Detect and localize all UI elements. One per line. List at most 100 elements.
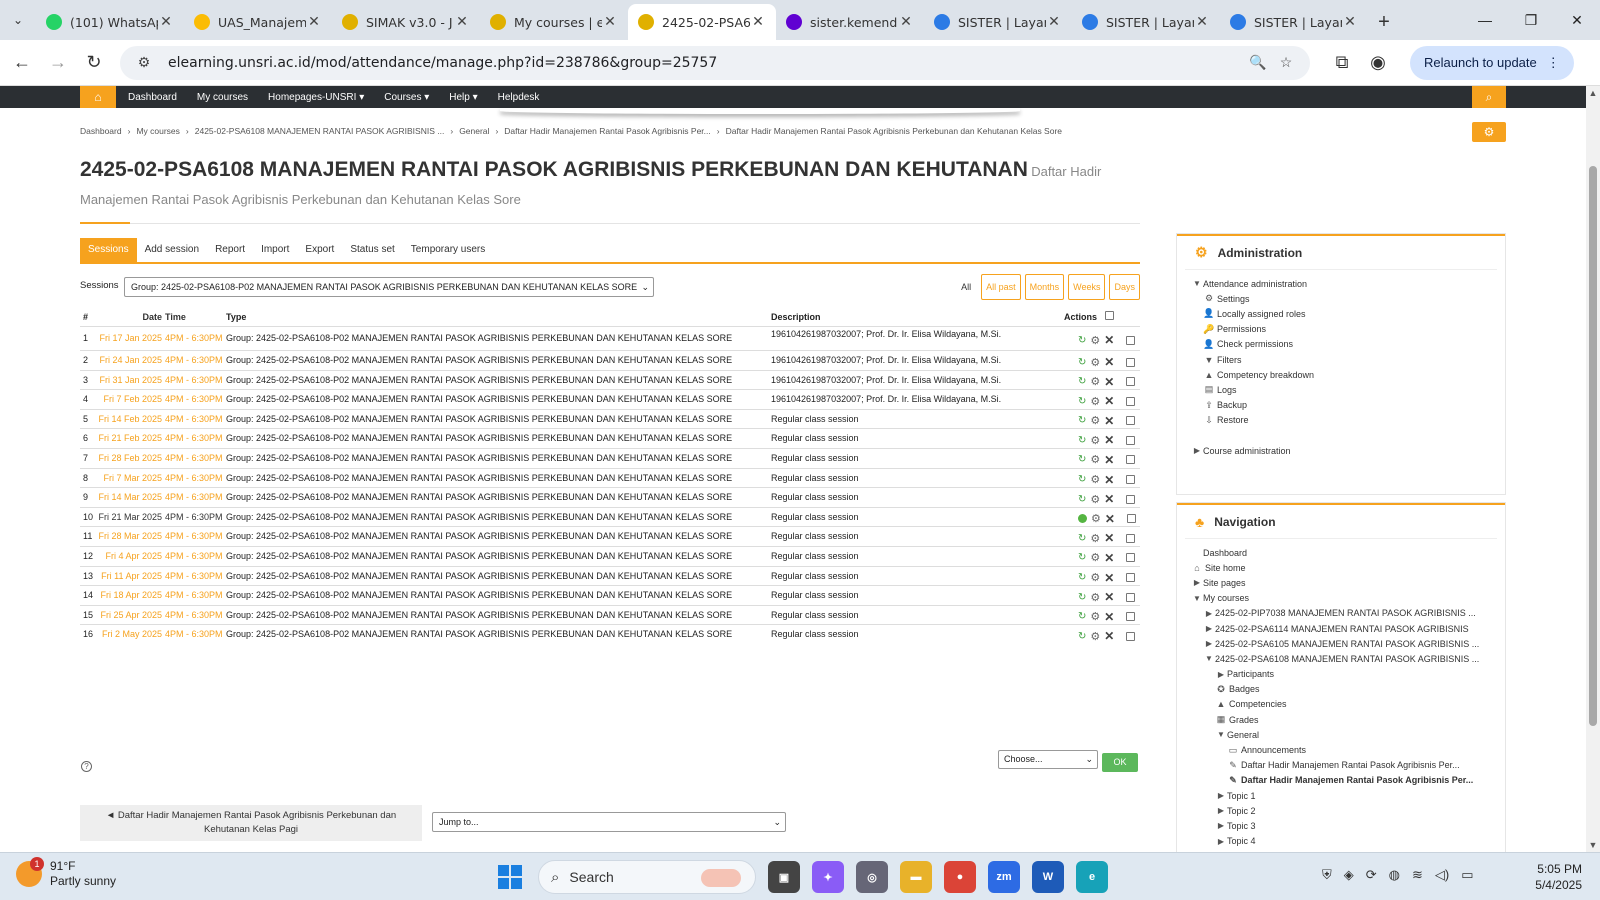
relaunch-button[interactable]: Relaunch to update ⋮	[1410, 45, 1574, 80]
take-attendance-icon[interactable]: ↻	[1078, 552, 1086, 563]
edit-gear-icon[interactable]: ⚙	[1090, 434, 1100, 447]
take-attendance-icon[interactable]: ↻	[1078, 415, 1086, 426]
attendance-tab[interactable]: Sessions	[80, 238, 137, 262]
take-attendance-icon[interactable]: ↻	[1078, 494, 1086, 505]
edit-gear-icon[interactable]: ⚙	[1090, 334, 1100, 347]
chrome-icon[interactable]: ●	[944, 861, 976, 893]
row-checkbox[interactable]	[1126, 553, 1136, 563]
delete-x-icon[interactable]: ✕	[1104, 473, 1114, 487]
scroll-up-arrow-icon[interactable]: ▲	[1586, 88, 1600, 98]
collapsed-arrow-icon[interactable]: ▶	[1215, 837, 1227, 846]
weather-widget[interactable]: 1 91°F Partly sunny	[16, 857, 116, 889]
expanded-arrow-icon[interactable]: ▼	[1191, 594, 1203, 603]
period-button[interactable]: Months	[1024, 274, 1065, 300]
nav-item[interactable]: Dashboard	[1191, 545, 1505, 560]
nav-item[interactable]: ▶ 2425-02-PSA6114 MANAJEMEN RANTAI PASOK …	[1191, 621, 1505, 636]
session-date[interactable]: Fri 24 Jan 2025	[98, 355, 162, 365]
session-time[interactable]: 4PM - 6:30PM	[165, 492, 225, 502]
session-date[interactable]: Fri 21 Feb 2025	[98, 433, 162, 443]
admin-item[interactable]: ▼ Attendance administration	[1191, 276, 1505, 291]
edit-gear-icon[interactable]: ⚙	[1091, 512, 1101, 525]
period-button[interactable]: Days	[1109, 274, 1140, 300]
admin-item[interactable]: 🔑 Permissions	[1191, 322, 1505, 337]
wifi-icon[interactable]: ≋	[1412, 867, 1423, 883]
nav-item[interactable]: ▶ Topic 4	[1191, 834, 1505, 849]
globe-icon[interactable]: ◍	[1389, 867, 1400, 883]
take-attendance-icon[interactable]: ↻	[1078, 572, 1086, 583]
row-checkbox[interactable]	[1126, 435, 1136, 445]
nav-item[interactable]: ▶ Topic 3	[1191, 818, 1505, 833]
session-date[interactable]: Fri 7 Mar 2025	[98, 473, 162, 483]
period-all[interactable]: All	[961, 282, 971, 292]
session-time[interactable]: 4PM - 6:30PM	[165, 629, 225, 639]
take-attendance-icon[interactable]: ↻	[1078, 396, 1086, 407]
admin-item[interactable]: ⚙ Settings	[1191, 291, 1505, 306]
session-time[interactable]: 4PM - 6:30PM	[165, 453, 225, 463]
session-time[interactable]: 4PM - 6:30PM	[165, 355, 225, 365]
period-button[interactable]: Weeks	[1068, 274, 1106, 300]
tab-close-icon[interactable]: ✕	[1342, 14, 1358, 30]
bookmark-star-icon[interactable]: ☆	[1272, 54, 1300, 71]
windows-start-icon[interactable]	[498, 865, 522, 889]
delete-x-icon[interactable]: ✕	[1104, 590, 1114, 604]
sync-icon[interactable]: ⟳	[1366, 867, 1377, 883]
nav-item[interactable]: ✎ Daftar Hadir Manajemen Rantai Pasok Agr…	[1191, 773, 1505, 788]
browser-tab[interactable]: SISTER | Layan ✕	[1072, 4, 1220, 40]
volume-icon[interactable]: ◁)	[1435, 867, 1449, 883]
edit-gear-icon[interactable]: ⚙	[1090, 591, 1100, 604]
tab-close-icon[interactable]: ✕	[1046, 14, 1062, 30]
browser-tab[interactable]: 2425-02-PSA6 ✕	[628, 4, 776, 40]
row-checkbox[interactable]	[1126, 396, 1136, 406]
bulk-action-select[interactable]: Choose... ⌄	[998, 750, 1098, 769]
delete-x-icon[interactable]: ✕	[1104, 433, 1114, 447]
admin-item[interactable]: 👤 Check permissions	[1191, 337, 1505, 352]
site-info-icon[interactable]: ⚙	[130, 54, 158, 71]
nav-item[interactable]: ▶ 2425-02-PSA6105 MANAJEMEN RANTAI PASOK …	[1191, 636, 1505, 651]
expanded-arrow-icon[interactable]: ▼	[1191, 279, 1203, 288]
delete-x-icon[interactable]: ✕	[1104, 414, 1114, 428]
expanded-arrow-icon[interactable]: ▼	[1203, 654, 1215, 663]
word-icon[interactable]: W	[1032, 861, 1064, 893]
collapsed-arrow-icon[interactable]: ▶	[1203, 624, 1215, 633]
page-settings-gear-icon[interactable]: ⚙	[1472, 122, 1506, 142]
forward-arrow-icon[interactable]: →	[40, 45, 76, 81]
collapsed-arrow-icon[interactable]: ▶	[1215, 821, 1227, 830]
session-time[interactable]: 4PM - 6:30PM	[165, 394, 225, 404]
collapsed-arrow-icon[interactable]: ▶	[1215, 806, 1227, 815]
collapsed-arrow-icon[interactable]: ▶	[1203, 639, 1215, 648]
expanded-arrow-icon[interactable]: ▼	[1215, 730, 1227, 739]
back-arrow-icon[interactable]: ←	[4, 45, 40, 81]
tab-search-chevron-icon[interactable]: ⌄	[0, 0, 36, 40]
edit-gear-icon[interactable]: ⚙	[1090, 630, 1100, 643]
session-date[interactable]: Fri 28 Mar 2025	[98, 531, 162, 541]
prev-activity-link[interactable]: ◄ Daftar Hadir Manajemen Rantai Pasok Ag…	[80, 805, 422, 841]
browser-tab[interactable]: SISTER | Layan ✕	[1220, 4, 1368, 40]
browser-tab[interactable]: UAS_Manajem ✕	[184, 4, 332, 40]
delete-x-icon[interactable]: ✕	[1104, 355, 1114, 369]
select-all-checkbox[interactable]	[1105, 311, 1115, 320]
nav-item[interactable]: ▲ Competencies	[1191, 697, 1505, 712]
edit-gear-icon[interactable]: ⚙	[1090, 375, 1100, 388]
group-select[interactable]: Group: 2425-02-PSA6108-P02 MANAJEMEN RAN…	[124, 277, 654, 297]
attendance-tab[interactable]: Export	[297, 238, 342, 262]
delete-x-icon[interactable]: ✕	[1104, 333, 1114, 347]
collapsed-arrow-icon[interactable]: ▶	[1203, 609, 1215, 618]
attendance-tab[interactable]: Import	[253, 238, 297, 262]
take-attendance-icon[interactable]: ↻	[1078, 474, 1086, 485]
breadcrumb-link[interactable]: Daftar Hadir Manajemen Rantai Pasok Agri…	[726, 126, 1062, 136]
browser-tab[interactable]: sister.kemendi ✕	[776, 4, 924, 40]
help-question-icon[interactable]: ?	[81, 761, 92, 772]
scroll-down-arrow-icon[interactable]: ▼	[1586, 840, 1600, 850]
attendance-tab[interactable]: Add session	[137, 238, 207, 262]
attendance-tab[interactable]: Report	[207, 238, 253, 262]
session-date[interactable]: Fri 31 Jan 2025	[98, 375, 162, 385]
taskbar-clock[interactable]: 5:05 PM 5/4/2025	[1510, 861, 1582, 893]
delete-x-icon[interactable]: ✕	[1104, 531, 1114, 545]
profile-icon[interactable]: ◉	[1360, 45, 1396, 81]
row-checkbox[interactable]	[1126, 494, 1136, 504]
row-checkbox[interactable]	[1126, 377, 1136, 387]
take-attendance-icon[interactable]: ↻	[1078, 592, 1086, 603]
delete-x-icon[interactable]: ✕	[1104, 629, 1114, 643]
row-checkbox[interactable]	[1126, 592, 1136, 602]
session-date[interactable]: Fri 7 Feb 2025	[98, 394, 162, 404]
